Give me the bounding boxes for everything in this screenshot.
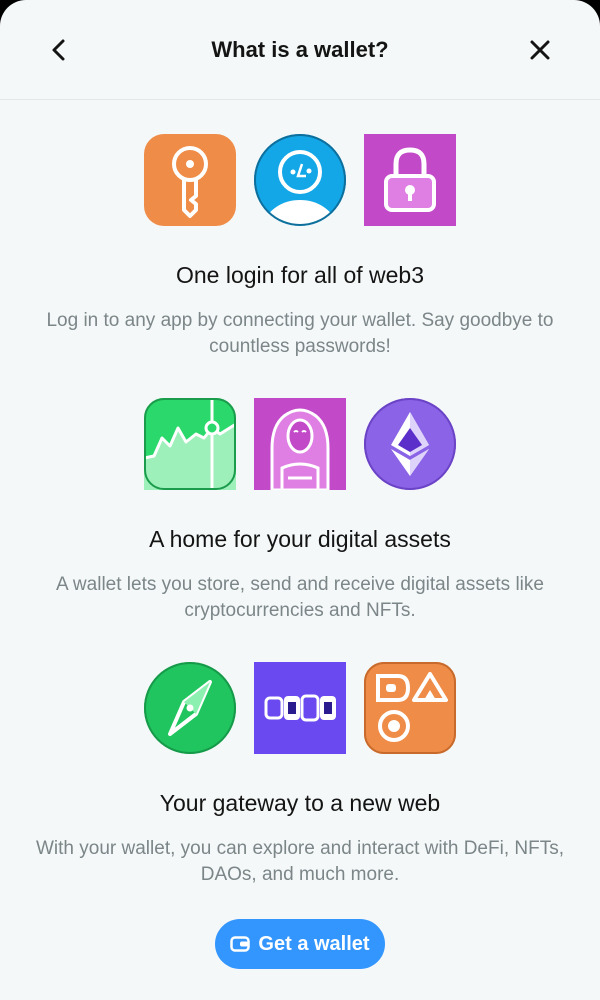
section-description: Log in to any app by connecting your wal… [46,310,554,357]
key-icon [144,134,236,226]
header: What is a wallet? [0,0,600,100]
lock-icon [364,134,456,226]
close-icon [530,40,550,60]
section-title: A home for your digital assets [149,526,451,552]
section-title: One login for all of web3 [175,262,425,288]
get-wallet-label: Get a wallet [258,932,370,955]
icon-row [144,662,456,754]
section-title: Your gateway to a new web [159,790,441,816]
wallet-info-sheet: What is a wallet? One login for all of w… [0,0,600,1000]
get-wallet-button[interactable]: Get a wallet [215,919,385,969]
wallet-icon [230,936,251,952]
dao-shapes-icon [364,662,456,754]
page-title: What is a wallet? [211,37,389,62]
icon-row [144,398,456,490]
nft-painting-icon [254,398,346,490]
icon-row [144,134,456,226]
section-description: A wallet lets you store, send and receiv… [56,574,544,621]
section-description: With your wallet, you can explore and in… [36,838,564,885]
ethereum-icon [364,398,456,490]
defi-blocks-icon [254,662,346,754]
compass-icon [144,662,236,754]
close-button[interactable] [518,28,562,72]
user-avatar-icon [254,134,346,226]
chart-icon [144,398,236,490]
